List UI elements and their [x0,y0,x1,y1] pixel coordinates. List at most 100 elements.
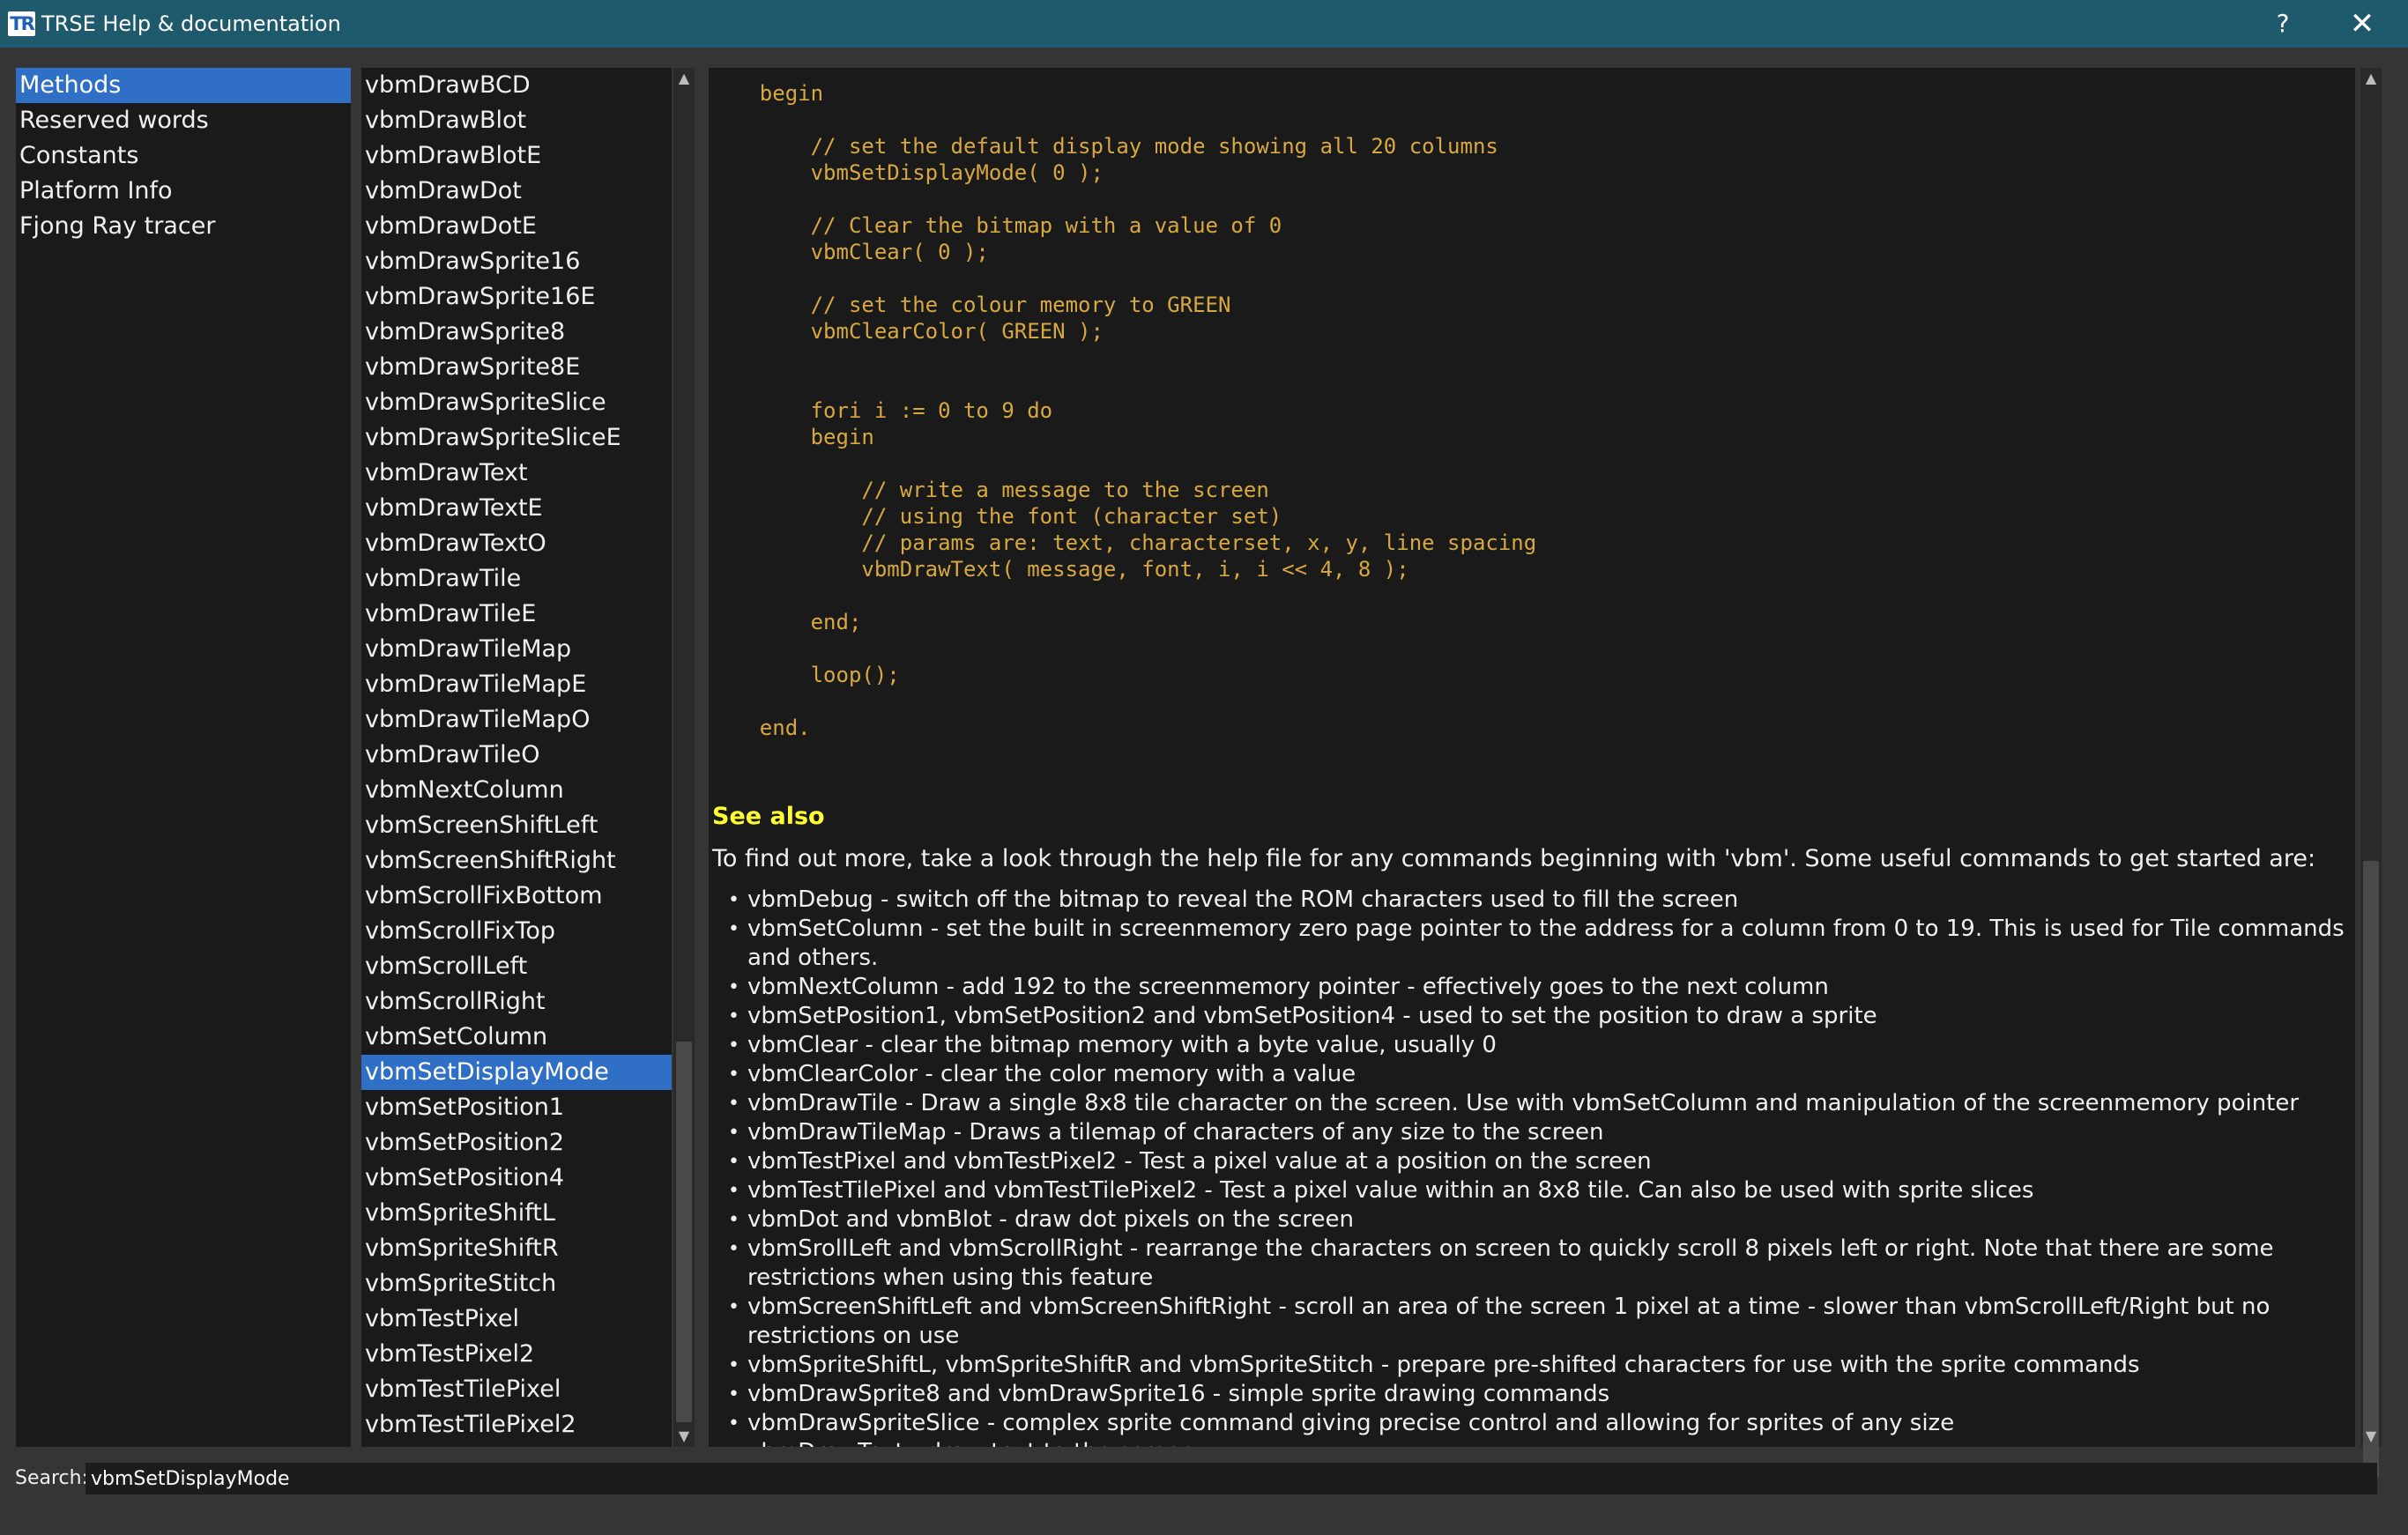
see-also-text: vbmClear - clear the bitmap memory with … [747,1032,1497,1058]
see-also-text: vbmNextColumn - add 192 to the screenmem… [747,974,1829,1000]
see-also-item: • vbmSetPosition1, vbmSetPosition2 and vb… [709,1002,2348,1031]
see-also-text: vbmDebug - switch off the bitmap to reve… [747,886,1739,913]
method-item[interactable]: vbmDrawSprite16E [361,279,672,315]
method-item[interactable]: vbmTestPixel2 [361,1337,672,1372]
window-title: TRSE Help & documentation [41,11,341,36]
method-item[interactable]: vbmScreenShiftLeft [361,808,672,843]
method-item[interactable]: vbmSetDisplayMode [361,1055,672,1090]
method-item[interactable]: vbmDrawTile [361,561,672,597]
title-bar: TR TRSE Help & documentation ? ✕ [0,0,2408,48]
method-item[interactable]: vbmNextColumn [361,773,672,808]
documentation-scrollbar[interactable]: ▲ ▼ [2360,68,2382,1478]
see-also-list: • vbmDebug - switch off the bitmap to rev… [709,886,2348,1447]
see-also-text: vbmTestPixel and vbmTestPixel2 - Test a … [747,1148,1652,1175]
method-item[interactable]: vbmDrawTileMapE [361,667,672,702]
see-also-item: • vbmDebug - switch off the bitmap to rev… [709,886,2348,915]
see-also-text: vbmDrawSpriteSlice - complex sprite comm… [747,1410,1955,1436]
method-item[interactable]: vbmDrawTextE [361,491,672,526]
method-item[interactable]: vbmDrawSprite8 [361,315,672,350]
method-item[interactable]: vbmSpriteStitch [361,1266,672,1301]
method-item[interactable]: vbmDrawSprite16 [361,244,672,279]
method-item[interactable]: vbmDrawSprite8E [361,350,672,385]
see-also-text: vbmSrollLeft and vbmScrollRight - rearra… [747,1235,2274,1291]
see-also-intro: To find out more, take a look through th… [712,845,2316,872]
see-also-text: vbmDrawSprite8 and vbmDrawSprite16 - sim… [747,1381,1610,1407]
see-also-text: vbmDot and vbmBlot - draw dot pixels on … [747,1206,1354,1233]
bullet-icon: • [728,1209,739,1231]
method-item[interactable]: vbmDrawDotE [361,209,672,244]
see-also-text: vbmDrawTile - Draw a single 8x8 tile cha… [747,1090,2300,1116]
see-also-item: • vbmTestPixel and vbmTestPixel2 - Test a… [709,1147,2348,1176]
see-also-text: vbmClearColor - clear the color memory w… [747,1061,1356,1087]
method-item[interactable]: vbmSetPosition2 [361,1125,672,1161]
method-item[interactable]: vbmTestTilePixel [361,1372,672,1407]
method-item[interactable]: vbmSpriteShiftL [361,1196,672,1231]
see-also-text: vbmDrawTileMap - Draws a tilemap of char… [747,1119,1604,1146]
method-item[interactable]: vbmScreenShiftRight [361,843,672,879]
method-item[interactable]: vbmScrollLeft [361,949,672,984]
see-also-item: • vbmNextColumn - add 192 to the screenme… [709,973,2348,1002]
method-item[interactable]: vbmTestTilePixel2 [361,1407,672,1442]
method-item[interactable]: vbmDrawTileO [361,738,672,773]
bullet-icon: • [728,1238,739,1260]
method-item[interactable]: vbmDrawTileMapO [361,702,672,738]
method-item[interactable]: vbmTestPixel [361,1301,672,1337]
see-also-item: • vbmDrawTileMap - Draws a tilemap of cha… [709,1118,2348,1147]
method-item[interactable]: vbmDrawDot [361,174,672,209]
method-item[interactable]: vbmSetPosition4 [361,1161,672,1196]
see-also-text: vbmScreenShiftLeft and vbmScreenShiftRig… [747,1294,2271,1349]
method-item[interactable]: vbmSpriteShiftR [361,1231,672,1266]
method-item[interactable]: vbmDrawText [361,456,672,491]
method-item[interactable]: vbmScrollFixBottom [361,879,672,914]
see-also-item: • vbmTestTilePixel and vbmTestTilePixel2 … [709,1176,2348,1205]
method-list[interactable]: vbmDrawBCD vbmDrawBlot vbmDrawBlotE vbmDraw… [361,68,672,1447]
method-item[interactable]: vbmDrawBCD [361,68,672,103]
bullet-icon: • [728,1093,739,1115]
method-item[interactable]: vbmDrawBlot [361,103,672,138]
method-item[interactable]: vbmScrollFixTop [361,914,672,949]
see-also-item: • vbmDot and vbmBlot - draw dot pixels on… [709,1205,2348,1235]
see-also-item: • vbmDrawTile - Draw a single 8x8 tile ch… [709,1089,2348,1118]
category-item[interactable]: Constants [16,138,351,174]
see-also-item: • vbmDrawText - draw text to the screen [709,1438,2348,1447]
category-item[interactable]: Reserved words [16,103,351,138]
bullet-icon: • [728,1180,739,1202]
scroll-up-icon[interactable]: ▲ [2360,68,2382,89]
help-button[interactable]: ? [2256,0,2309,48]
scroll-down-icon[interactable]: ▼ [2360,1426,2382,1447]
method-item[interactable]: vbmDrawTileMap [361,632,672,667]
search-label: Search: [15,1467,88,1489]
scrollbar-thumb[interactable] [2363,861,2379,1478]
see-also-item: • vbmClear - clear the bitmap memory with… [709,1031,2348,1060]
category-item[interactable]: Fjong Ray tracer [16,209,351,244]
see-also-item: • vbmSetColumn - set the built in screenm… [709,915,2348,973]
category-list[interactable]: Methods Reserved words Constants Platform I… [16,68,351,1447]
see-also-item: • vbmSpriteShiftL, vbmSpriteShiftR and vb… [709,1351,2348,1380]
close-button[interactable]: ✕ [2336,0,2389,48]
method-item[interactable]: vbmScrollRight [361,984,672,1020]
method-item[interactable]: vbmDrawTileE [361,597,672,632]
method-item[interactable]: vbmDrawBlotE [361,138,672,174]
scrollbar-thumb[interactable] [676,1042,692,1422]
bullet-icon: • [728,1296,739,1318]
method-list-scrollbar[interactable]: ▲ ▼ [673,68,695,1447]
bullet-icon: • [728,1413,739,1435]
see-also-item: • vbmDrawSpriteSlice - complex sprite com… [709,1409,2348,1438]
bullet-icon: • [728,1122,739,1144]
bullet-icon: • [728,1383,739,1405]
see-also-item: • vbmSrollLeft and vbmScrollRight - rearr… [709,1235,2348,1293]
scroll-down-icon[interactable]: ▼ [673,1426,695,1447]
method-item[interactable]: vbmSetColumn [361,1020,672,1055]
search-input[interactable] [85,1463,2377,1494]
method-item[interactable]: vbmDrawTextO [361,526,672,561]
method-item[interactable]: vbmDrawSpriteSlice [361,385,672,420]
scroll-up-icon[interactable]: ▲ [673,68,695,89]
bullet-icon: • [728,889,739,911]
bullet-icon: • [728,1034,739,1057]
method-item[interactable]: vbmSetPosition1 [361,1090,672,1125]
category-item[interactable]: Platform Info [16,174,351,209]
see-also-text: vbmSetPosition1, vbmSetPosition2 and vbm… [747,1003,1877,1029]
see-also-text: vbmTestTilePixel and vbmTestTilePixel2 -… [747,1177,2034,1204]
method-item[interactable]: vbmDrawSpriteSliceE [361,420,672,456]
category-item[interactable]: Methods [16,68,351,103]
